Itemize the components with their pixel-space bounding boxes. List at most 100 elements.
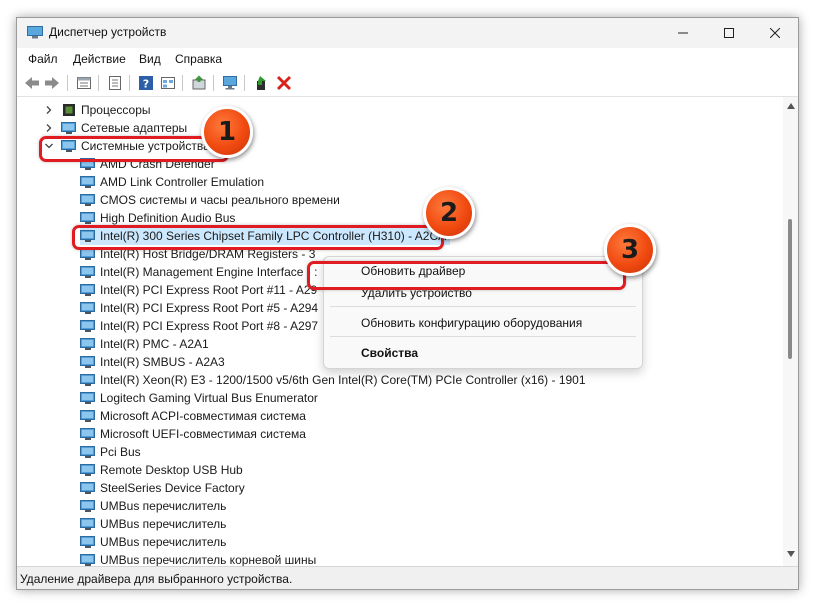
tree-category-1[interactable]: Процессоры xyxy=(46,101,151,119)
system-device-icon xyxy=(80,428,95,440)
network-adapter-icon xyxy=(61,122,76,134)
help-button[interactable]: ? xyxy=(137,74,155,92)
window-title: Диспетчер устройств xyxy=(49,25,167,39)
tree-device-label: Logitech Gaming Virtual Bus Enumerator xyxy=(100,391,318,405)
tree-device-label: AMD Link Controller Emulation xyxy=(100,175,265,189)
tree-device-label: Intel(R) PCI Express Root Port #8 - A297 xyxy=(100,319,319,333)
device-manager-window: Диспетчер устройств Файл Действие Вид Сп… xyxy=(16,17,799,590)
tree-device-item[interactable]: SteelSeries Device Factory xyxy=(80,479,245,497)
status-bar: Удаление драйвера для выбранного устройс… xyxy=(17,566,798,589)
system-device-icon xyxy=(80,482,95,494)
view-icon xyxy=(161,77,175,89)
tree-device-item[interactable]: UMBus перечислитель xyxy=(80,533,226,551)
tree-device-item[interactable]: Intel(R) Xeon(R) E3 - 1200/1500 v5/6th G… xyxy=(80,371,586,389)
tree-device-label: CMOS системы и часы реального времени xyxy=(100,193,340,207)
system-device-icon xyxy=(80,464,95,476)
system-device-icon xyxy=(80,500,95,512)
tree-device-item[interactable]: UMBus перечислитель xyxy=(80,497,226,515)
tree-device-item[interactable]: Logitech Gaming Virtual Bus Enumerator xyxy=(80,389,318,407)
tree-device-label: High Definition Audio Bus xyxy=(100,211,236,225)
system-device-icon xyxy=(80,392,95,404)
tree-device-item[interactable]: AMD Link Controller Emulation xyxy=(80,173,264,191)
device-manager-icon xyxy=(27,26,43,39)
tree-device-label: SteelSeries Device Factory xyxy=(100,481,245,495)
title-bar[interactable]: Диспетчер устройств xyxy=(17,18,798,48)
scan-hardware-button[interactable] xyxy=(221,74,239,92)
scroll-down-icon[interactable] xyxy=(787,551,795,557)
maximize-button[interactable] xyxy=(706,18,752,48)
tree-device-label: Intel(R) PCI Express Root Port #11 - A29 xyxy=(100,283,318,297)
enable-device-button[interactable] xyxy=(253,74,271,92)
view-button[interactable] xyxy=(159,74,177,92)
system-device-icon xyxy=(80,284,95,296)
help-icon: ? xyxy=(139,76,153,91)
tree-device-label: Intel(R) Xeon(R) E3 - 1200/1500 v5/6th G… xyxy=(100,373,586,387)
system-device-icon xyxy=(80,266,95,278)
tree-device-item[interactable]: Remote Desktop USB Hub xyxy=(80,461,243,479)
tree-device-item[interactable]: Intel(R) PCI Express Root Port #5 - A294 xyxy=(80,299,318,317)
vertical-scrollbar[interactable] xyxy=(783,97,798,566)
menu-help[interactable]: Справка xyxy=(175,52,222,66)
toolbar: ? xyxy=(17,70,798,97)
tree-device-item[interactable]: Intel(R) Management Engine Interface - : xyxy=(80,263,317,281)
system-device-icon xyxy=(80,446,95,458)
context-properties[interactable]: Свойства xyxy=(361,346,418,360)
menu-bar: Файл Действие Вид Справка xyxy=(17,48,798,70)
update-driver-icon xyxy=(192,75,206,90)
step-badge-1: 1 xyxy=(201,106,253,158)
tree-device-label: Microsoft UEFI-совместимая система xyxy=(100,427,306,441)
tree-device-item[interactable]: Intel(R) PMC - A2A1 xyxy=(80,335,209,353)
tree-device-label: Intel(R) PMC - A2A1 xyxy=(100,337,209,351)
tree-device-item[interactable]: Intel(R) PCI Express Root Port #8 - A297 xyxy=(80,317,318,335)
tree-device-label: UMBus перечислитель xyxy=(100,535,227,549)
tree-device-item[interactable]: CMOS системы и часы реального времени xyxy=(80,191,340,209)
step-badge-3: 3 xyxy=(604,224,656,276)
menu-file[interactable]: Файл xyxy=(28,52,58,66)
status-text: Удаление драйвера для выбранного устройс… xyxy=(20,572,293,586)
tree-device-item[interactable]: Intel(R) PCI Express Root Port #11 - A29 xyxy=(80,281,317,299)
forward-button[interactable] xyxy=(43,74,61,92)
minimize-button[interactable] xyxy=(660,18,706,48)
system-device-icon xyxy=(80,536,95,548)
tree-device-label: Pci Bus xyxy=(100,445,141,459)
enable-device-icon xyxy=(257,76,266,90)
context-scan-hardware[interactable]: Обновить конфигурацию оборудования xyxy=(361,316,582,330)
tree-device-label: UMBus перечислитель корневой шины xyxy=(100,553,317,567)
tree-category-label: Сетевые адаптеры xyxy=(81,121,188,135)
tree-category-label: Процессоры xyxy=(81,103,151,117)
forward-icon xyxy=(45,77,59,89)
tree-device-label: Remote Desktop USB Hub xyxy=(100,463,243,477)
back-button[interactable] xyxy=(23,74,41,92)
driver-file-icon xyxy=(109,76,121,90)
chevron-right-icon[interactable] xyxy=(44,105,54,115)
tree-device-item[interactable]: Microsoft UEFI-совместимая система xyxy=(80,425,306,443)
system-device-icon xyxy=(80,410,95,422)
tree-device-item[interactable]: Intel(R) SMBUS - A2A3 xyxy=(80,353,225,371)
maximize-icon xyxy=(724,28,734,38)
highlight-system-devices xyxy=(39,136,229,162)
tree-device-item[interactable]: Pci Bus xyxy=(80,443,141,461)
tree-device-label: UMBus перечислитель xyxy=(100,517,227,531)
system-device-icon xyxy=(80,338,95,350)
tree-category-2[interactable]: Сетевые адаптеры xyxy=(46,119,188,137)
step-badge-2: 2 xyxy=(423,187,475,239)
system-device-icon xyxy=(80,194,95,206)
driver-file-button[interactable] xyxy=(106,74,124,92)
tree-device-label: Intel(R) Management Engine Interface - : xyxy=(100,265,318,279)
uninstall-device-button[interactable] xyxy=(275,74,293,92)
tree-device-item[interactable]: UMBus перечислитель xyxy=(80,515,226,533)
properties-icon xyxy=(77,77,91,89)
chevron-right-icon[interactable] xyxy=(44,123,54,133)
system-device-icon xyxy=(80,212,95,224)
close-button[interactable] xyxy=(752,18,798,48)
menu-view[interactable]: Вид xyxy=(139,52,161,66)
scrollbar-thumb[interactable] xyxy=(788,219,792,359)
highlight-uninstall-item xyxy=(307,261,626,290)
back-icon xyxy=(25,77,39,89)
menu-action[interactable]: Действие xyxy=(73,52,126,66)
properties-button[interactable] xyxy=(75,74,93,92)
update-driver-button[interactable] xyxy=(190,74,208,92)
scroll-up-icon[interactable] xyxy=(787,103,795,109)
tree-device-item[interactable]: Microsoft ACPI-совместимая система xyxy=(80,407,306,425)
tree-device-label: Microsoft ACPI-совместимая система xyxy=(100,409,306,423)
